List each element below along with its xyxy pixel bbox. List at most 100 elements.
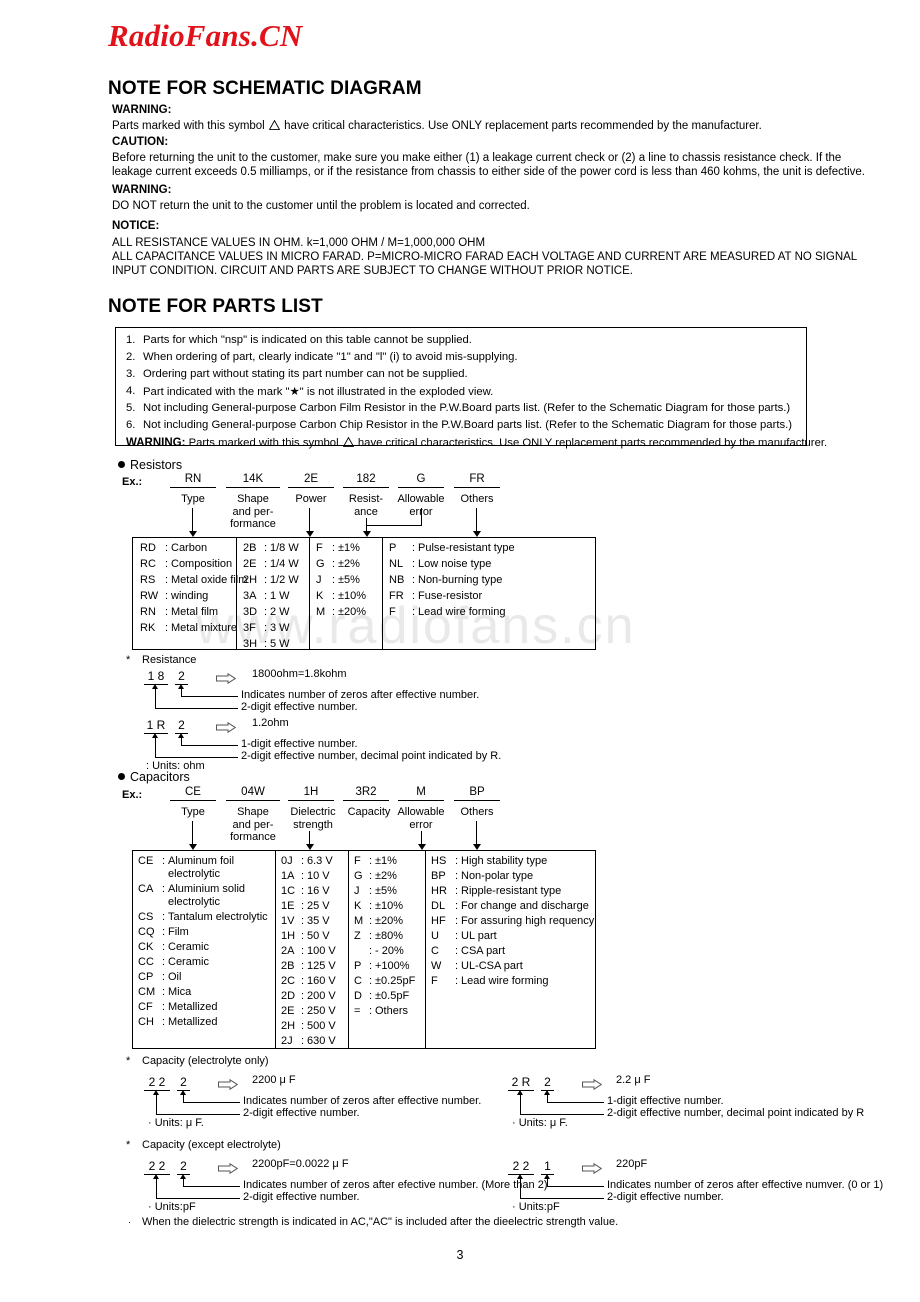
cap-nonelec-left-result: 2200pF=0.0022 μ F bbox=[252, 1158, 349, 1170]
capacitor-error-row: K: ±10% bbox=[354, 900, 404, 912]
capacitor-others-row: C: CSA part bbox=[431, 945, 506, 957]
capacitor-code-error: M bbox=[398, 786, 444, 801]
resistor-label-type: Type bbox=[181, 493, 205, 505]
cap-elec-left-desc-bottom: 2-digit effective number. bbox=[243, 1107, 360, 1119]
capacitor-type-row: CS: Tantalum electrolytic bbox=[138, 911, 268, 923]
capacitor-error-key: J bbox=[354, 885, 360, 897]
resistors-ex-label: Ex.: bbox=[122, 476, 143, 488]
capacitor-others-val: CSA part bbox=[461, 945, 506, 957]
resistor-code-shape: 14K bbox=[226, 473, 280, 488]
resistor-type-row: RD: Carbon bbox=[140, 542, 208, 554]
resistor-others-val: Pulse-resistant type bbox=[418, 542, 515, 554]
capacitor-type-key: CP bbox=[138, 971, 154, 983]
cap-elec-right-digits-b: 2 bbox=[541, 1075, 554, 1091]
capacitor-error-row: Z: ±80% bbox=[354, 930, 404, 942]
capacitor-voltage-val: 500 V bbox=[307, 1020, 336, 1032]
capacitor-error-key: G bbox=[354, 870, 363, 882]
cap-elec-right-digits-a: 2 R bbox=[508, 1075, 534, 1091]
cap-elec-star: * bbox=[126, 1055, 131, 1067]
resistor-others-val: Low noise type bbox=[418, 558, 492, 570]
notice-line-2: ALL CAPACITANCE VALUES IN MICRO FARAD. P… bbox=[112, 251, 858, 263]
resistor-power-row: 3A:1 W bbox=[243, 590, 290, 602]
resistor-type-key: RD bbox=[140, 542, 156, 554]
capacitor-type-row: CF: Metallized bbox=[138, 1001, 218, 1013]
resistance-ex1-lead-b bbox=[181, 696, 238, 697]
capacitor-error-val: - 20% bbox=[375, 945, 404, 957]
capacitor-type-key: CQ bbox=[138, 926, 155, 938]
resistance-ex2-lead-a bbox=[155, 757, 238, 758]
resistor-error-row: F: ±1% bbox=[316, 542, 360, 554]
capacitor-error-val: +100% bbox=[375, 960, 410, 972]
cap-nonelec-left-line-a bbox=[156, 1178, 157, 1198]
resistor-code-error: G bbox=[398, 473, 444, 488]
capacitor-voltage-row: 1V:35 V bbox=[281, 915, 330, 927]
resistor-error-key: G bbox=[316, 558, 325, 570]
resistance-ex1-line-b bbox=[181, 688, 182, 696]
resistor-error-key: M bbox=[316, 606, 326, 618]
capacitor-type-val: Oil bbox=[168, 971, 182, 983]
resistor-others-row: NB: Non-burning type bbox=[389, 574, 503, 586]
capacitor-label-others: Others bbox=[460, 806, 494, 818]
capacitor-others-key: F bbox=[431, 975, 438, 987]
warning-label-1: WARNING: bbox=[112, 104, 172, 116]
capacitor-error-key: C bbox=[354, 975, 362, 987]
resistor-others-row: FR: Fuse-resistor bbox=[389, 590, 483, 602]
capacitor-error-row: G: ±2% bbox=[354, 870, 397, 882]
resistor-others-val: Lead wire forming bbox=[418, 606, 506, 618]
capacitor-type-row: CE: Aluminum foil bbox=[138, 855, 235, 867]
capacitor-type-key: CC bbox=[138, 956, 154, 968]
capacitor-voltage-key: 1V bbox=[281, 915, 295, 927]
schematic-heading: NOTE FOR SCHEMATIC DIAGRAM bbox=[108, 78, 422, 99]
capacitor-error-val: ±5% bbox=[375, 885, 397, 897]
resistor-others-row: P: Pulse-resistant type bbox=[389, 542, 515, 554]
resistance-ex2-line-a bbox=[155, 737, 156, 757]
resistance-ex1-digits-a: 1 8 bbox=[144, 669, 168, 685]
caution-line-2: leakage current exceeds 0.5 milliamps, o… bbox=[112, 166, 865, 178]
warning-label-2: WARNING: bbox=[112, 184, 172, 196]
capacitor-type-key: CM bbox=[138, 986, 156, 998]
warning-text-1: Parts marked with this symbol have criti… bbox=[112, 119, 762, 133]
parts-list-item-text: Not including General-purpose Carbon Chi… bbox=[143, 419, 793, 431]
parts-list-warning-text-a: Parts marked with this symbol bbox=[188, 437, 339, 449]
cap-elec-right-lead-b bbox=[547, 1102, 604, 1103]
resistor-type-row: RS: Metal oxide film bbox=[140, 574, 248, 586]
capacitor-error-val: ±10% bbox=[375, 900, 404, 912]
resistance-ex2-desc-bottom: 2-digit effective number, decimal point … bbox=[241, 750, 502, 762]
resistor-table-divider-3 bbox=[382, 538, 383, 649]
capacitor-others-val: UL part bbox=[461, 930, 497, 942]
cap-nonelec-note-label: Capacity (except electrolyte) bbox=[142, 1139, 281, 1151]
capacitor-type-row2: electrolytic bbox=[168, 896, 220, 908]
capacitor-voltage-row: 0J:6.3 V bbox=[281, 855, 333, 867]
cap-nonelec-left-lead-a bbox=[156, 1198, 240, 1199]
warning-triangle-icon bbox=[268, 120, 280, 130]
capacitor-voltage-row: 2J:630 V bbox=[281, 1035, 336, 1047]
parts-list-item-num: 3. bbox=[126, 368, 136, 380]
resistor-type-key: RC bbox=[140, 558, 156, 570]
capacitor-type-key: CH bbox=[138, 1016, 154, 1028]
notice-line-1: ALL RESISTANCE VALUES IN OHM. k=1,000 OH… bbox=[112, 237, 486, 249]
capacitor-voltage-key: 0J bbox=[281, 855, 293, 867]
capacitors-ex-label: Ex.: bbox=[122, 789, 143, 801]
resistor-type-row: RK: Metal mixture bbox=[140, 622, 238, 634]
capacitor-voltage-val: 250 V bbox=[307, 1005, 336, 1017]
resistor-type-val: Composition bbox=[171, 558, 233, 570]
resistor-power-row: 2E:1/4 W bbox=[243, 558, 299, 570]
capacitor-others-val: Non-polar type bbox=[461, 870, 534, 882]
capacitor-error-val: ±2% bbox=[375, 870, 397, 882]
capacitor-others-val: For assuring high requency bbox=[461, 915, 595, 927]
resistor-others-val: Fuse-resistor bbox=[418, 590, 483, 602]
capacitor-voltage-key: 2A bbox=[281, 945, 295, 957]
capacitor-voltage-key: 1E bbox=[281, 900, 295, 912]
capacitor-type-val: Ceramic bbox=[168, 956, 209, 968]
bullet-icon bbox=[118, 773, 125, 780]
resistor-error-row: K: ±10% bbox=[316, 590, 367, 602]
resistance-ex2-lead-b bbox=[181, 745, 238, 746]
resistance-ex1-desc-bottom: 2-digit effective number. bbox=[241, 701, 358, 713]
capacitor-voltage-val: 160 V bbox=[307, 975, 336, 987]
resistor-error-row: J: ±5% bbox=[316, 574, 360, 586]
capacitor-others-key: DL bbox=[431, 900, 446, 912]
capacitors-footnote: When the dielectric strength is indicate… bbox=[142, 1216, 619, 1228]
resistor-power-val: 1/2 W bbox=[270, 574, 299, 586]
capacitor-type-val: Mica bbox=[168, 986, 192, 998]
resistor-type-key: RS bbox=[140, 574, 156, 586]
